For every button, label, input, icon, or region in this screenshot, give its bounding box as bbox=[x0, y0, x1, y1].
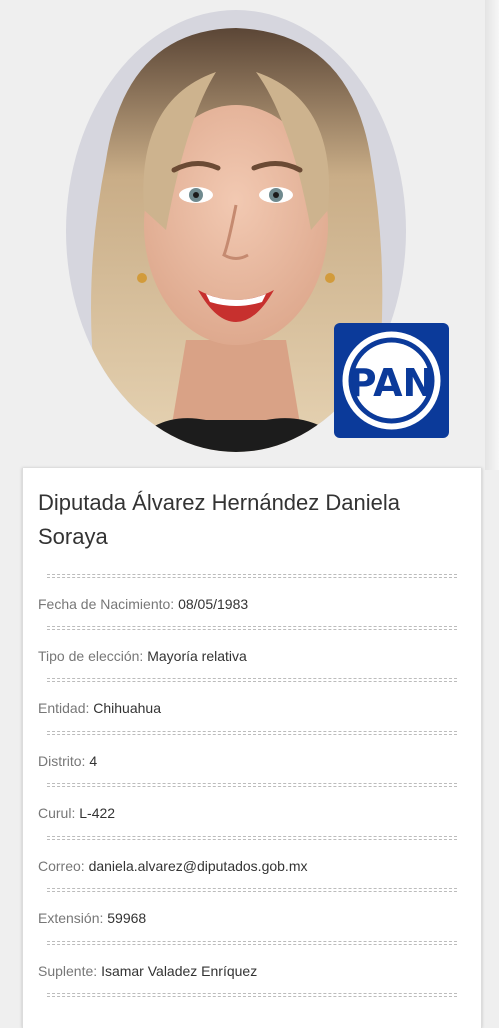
divider bbox=[47, 574, 457, 578]
field-label: Fecha de Nacimiento: bbox=[38, 596, 175, 612]
divider bbox=[47, 888, 457, 892]
field-value: Mayoría relativa bbox=[147, 648, 247, 664]
field-value: Isamar Valadez Enríquez bbox=[101, 963, 258, 979]
field-label: Distrito: bbox=[38, 753, 86, 769]
party-logo-pan: PAN bbox=[334, 323, 449, 438]
field-value: Chihuahua bbox=[93, 700, 161, 716]
field-birthdate: Fecha de Nacimiento: 08/05/1983 bbox=[38, 595, 248, 613]
field-label: Correo: bbox=[38, 858, 85, 874]
divider bbox=[47, 731, 457, 735]
field-label: Extensión: bbox=[38, 910, 104, 926]
email-link[interactable]: daniela.alvarez@diputados.gob.mx bbox=[89, 858, 308, 874]
field-state: Entidad: Chihuahua bbox=[38, 699, 161, 717]
field-district: Distrito: 4 bbox=[38, 752, 97, 770]
field-label: Tipo de elección: bbox=[38, 648, 144, 664]
field-value: 4 bbox=[89, 753, 98, 769]
profile-header: PAN bbox=[0, 0, 499, 470]
field-seat: Curul: L-422 bbox=[38, 804, 115, 822]
divider bbox=[47, 626, 457, 630]
field-label: Suplente: bbox=[38, 963, 98, 979]
field-election-type: Tipo de elección: Mayoría relativa bbox=[38, 647, 247, 665]
field-substitute: Suplente: Isamar Valadez Enríquez bbox=[38, 962, 257, 980]
field-value: L-422 bbox=[79, 805, 116, 821]
divider bbox=[47, 836, 457, 840]
field-label: Curul: bbox=[38, 805, 76, 821]
scroll-edge bbox=[485, 0, 499, 470]
deputy-info-card: Diputada Álvarez Hernández Daniela Soray… bbox=[22, 468, 482, 1028]
deputy-name: Diputada Álvarez Hernández Daniela Soray… bbox=[38, 490, 400, 549]
divider bbox=[47, 783, 457, 787]
field-label: Entidad: bbox=[38, 700, 90, 716]
field-email: Correo: daniela.alvarez@diputados.gob.mx bbox=[38, 857, 307, 875]
divider bbox=[47, 993, 457, 997]
field-extension: Extensión: 59968 bbox=[38, 909, 146, 927]
divider bbox=[47, 678, 457, 682]
field-value: 59968 bbox=[107, 910, 147, 926]
field-value: 08/05/1983 bbox=[178, 596, 249, 612]
party-logo-text: PAN bbox=[349, 361, 435, 405]
divider bbox=[47, 941, 457, 945]
